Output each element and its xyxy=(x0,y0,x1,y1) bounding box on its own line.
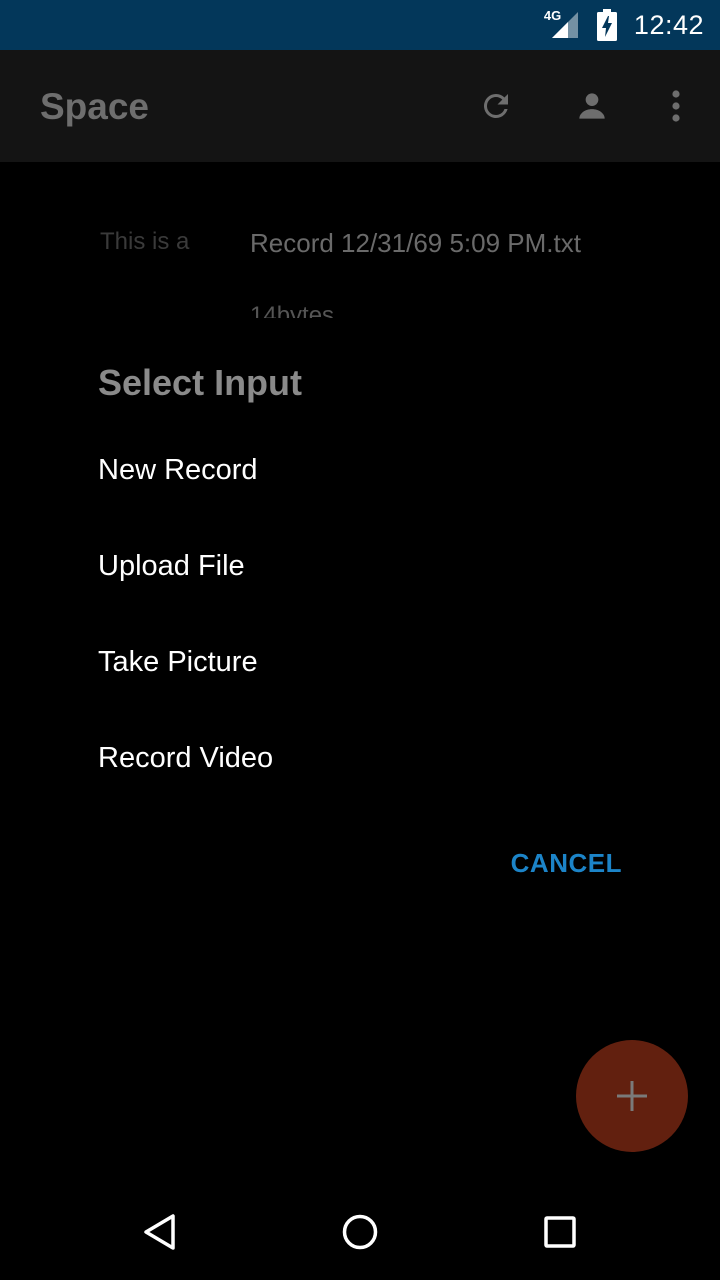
option-new-record[interactable]: New Record xyxy=(98,454,258,487)
clock: 12:42 xyxy=(633,9,704,40)
select-input-dialog: Select Input New Record Upload File Take… xyxy=(58,318,662,908)
more-vert-icon[interactable] xyxy=(654,84,698,128)
add-fab-button[interactable] xyxy=(576,1040,688,1152)
status-bar: 4G 12:42 xyxy=(0,0,720,50)
file-preview-text: This is a xyxy=(100,228,190,255)
cancel-button[interactable]: CANCEL xyxy=(511,848,622,879)
option-upload-file[interactable]: Upload File xyxy=(98,550,245,583)
network-type-label: 4G xyxy=(543,8,562,23)
app-bar: Space xyxy=(0,50,720,162)
app-title: Space xyxy=(40,86,150,127)
navigation-bar xyxy=(0,1184,720,1280)
option-take-picture[interactable]: Take Picture xyxy=(98,646,258,679)
recents-icon[interactable] xyxy=(536,1208,584,1256)
account-icon[interactable] xyxy=(570,84,614,128)
screen: 4G 12:42 Space This is a Record 12/31/69… xyxy=(0,0,720,1280)
battery-charging-icon xyxy=(596,9,617,41)
plus-icon xyxy=(617,1081,647,1111)
home-icon[interactable] xyxy=(336,1208,384,1256)
back-icon[interactable] xyxy=(136,1208,184,1256)
refresh-icon[interactable] xyxy=(474,84,518,128)
option-record-video[interactable]: Record Video xyxy=(98,742,273,775)
dialog-title: Select Input xyxy=(98,362,303,403)
file-size: 14bytes xyxy=(250,302,335,318)
cell-signal: 4G xyxy=(544,8,580,40)
file-name: Record 12/31/69 5:09 PM.txt xyxy=(250,228,581,258)
